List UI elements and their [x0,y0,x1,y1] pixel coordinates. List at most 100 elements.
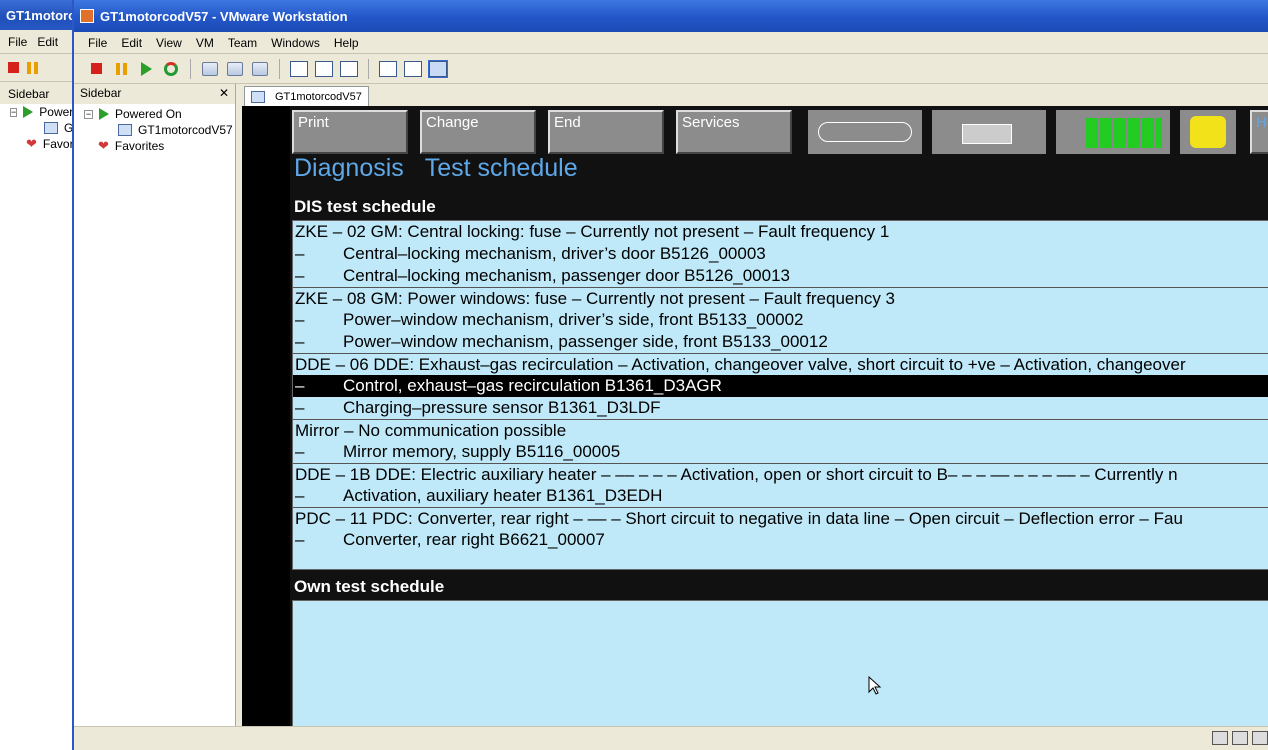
tree-item-favorites[interactable]: ❤ Favorites [74,138,235,154]
full-screen-icon [340,60,358,77]
status-lights-panel [1056,110,1170,154]
menu-help[interactable]: Help [334,36,359,50]
background-window-title: GT1motorc [6,7,76,23]
full-screen-button[interactable] [339,59,359,79]
sidebar-header: Sidebar ✕ [74,84,235,104]
reset-icon [164,61,178,76]
power-off-button[interactable] [86,59,106,79]
reset-button[interactable] [161,59,181,79]
measurement-cylinder-panel[interactable] [808,110,922,154]
power-on-button[interactable] [136,59,156,79]
tree-item-vm[interactable]: GT1motorcodV57 [74,122,235,138]
suspend-button[interactable] [111,59,131,79]
status-lights-icon [1086,118,1162,148]
window-title: GT1motorcodV57 - VMware Workstation [100,8,348,24]
test-plan-item[interactable]: – Activation, auxiliary heater B1361_D3ED… [293,485,1268,507]
collapse-icon[interactable]: − [10,107,18,117]
tree-label-vm: GT1motorcodV57 [138,123,233,137]
test-plan-item[interactable]: – Mirror memory, supply B5116_00005 [293,441,1268,463]
close-icon[interactable]: ✕ [219,84,229,104]
fault-entry[interactable]: Mirror – No communication possible [293,419,1268,441]
plug-panel[interactable] [1180,110,1236,154]
test-plan-item[interactable]: – Central–locking mechanism, driver’s doo… [293,243,1268,265]
line-text: DDE – 06 DDE: Exhaust–gas recirculation … [295,355,1186,374]
appliance-view-button[interactable] [403,59,423,79]
line-text: Charging–pressure sensor B1361_D3LDF [343,398,661,417]
end-button[interactable]: End [548,110,664,154]
stop-icon[interactable] [8,62,19,73]
change-button[interactable]: Change [420,110,536,154]
own-test-schedule-list[interactable] [292,600,1268,726]
menubar: File Edit View VM Team Windows Help [74,32,1268,54]
show-sidebar-button[interactable] [289,59,309,79]
services-button[interactable]: Services [676,110,792,154]
test-plan-item[interactable]: – Central–locking mechanism, passenger do… [293,265,1268,287]
menu-vm[interactable]: VM [196,36,214,50]
console-view-button[interactable] [428,59,448,79]
vmware-window: GT1motorcodV57 - VMware Workstation File… [72,0,1268,750]
connection-icon [962,124,1012,144]
test-plan-item[interactable]: – Charging–pressure sensor B1361_D3LDF [293,397,1268,419]
summary-icon [379,60,397,77]
dash-marker: – [295,398,305,417]
background-menu-edit[interactable]: Edit [37,35,58,49]
line-text: ZKE – 08 GM: Power windows: fuse – Curre… [295,289,896,308]
window-titlebar[interactable]: GT1motorcodV57 - VMware Workstation [74,0,1268,32]
sidebar-view-icon [290,60,308,77]
background-window-titlebar[interactable]: GT1motorc [0,0,79,30]
menu-view[interactable]: View [156,36,182,50]
line-text: ZKE – 02 GM: Central locking: fuse – Cur… [295,222,890,241]
test-plan-item[interactable]: – Power–window mechanism, driver’s side, … [293,309,1268,331]
dash-marker: – [295,442,305,461]
mouse-cursor-icon [868,676,882,695]
connection-panel[interactable] [932,110,1046,154]
fault-entry[interactable]: PDC – 11 PDC: Converter, rear right – ––… [293,507,1268,529]
menu-file[interactable]: File [88,36,107,50]
menu-team[interactable]: Team [228,36,257,50]
dash-marker: – [295,266,305,285]
network-icon[interactable] [1232,731,1248,745]
dash-marker: – [295,486,305,505]
snapshot-manager-button[interactable] [250,59,270,79]
fault-entry[interactable]: DDE – 1B DDE: Electric auxiliary heater … [293,463,1268,485]
own-section-title: Own test schedule [294,577,445,596]
line-text: Mirror – No communication possible [295,421,567,440]
background-toolbar [0,54,79,82]
console-icon [428,59,448,78]
fault-entry[interactable]: DDE – 06 DDE: Exhaust–gas recirculation … [293,353,1268,375]
test-plan-item[interactable]: – Converter, rear right B6621_00007 [293,529,1268,551]
print-button[interactable]: Print [292,110,408,154]
quick-switch-button[interactable] [314,59,334,79]
test-plan-item[interactable]: – Power–window mechanism, passenger side,… [293,331,1268,353]
fault-entry[interactable]: ZKE – 02 GM: Central locking: fuse – Cur… [293,221,1268,243]
line-text: Power–window mechanism, driver’s side, f… [343,310,804,329]
powered-on-icon [99,108,109,120]
line-text: Power–window mechanism, passenger side, … [343,332,828,351]
revert-snapshot-button[interactable] [225,59,245,79]
hard-disk-icon[interactable] [1212,731,1228,745]
background-tree-favorites[interactable]: ❤ Favorites [0,136,92,152]
snapshot-button[interactable] [200,59,220,79]
tree-item-powered-on[interactable]: − Powered On [74,106,235,122]
help-button[interactable]: He [1250,110,1268,154]
heading-test-schedule: Test schedule [424,154,578,182]
vm-tab[interactable]: GT1motorcodV57 [244,86,369,106]
sidebar-title: Sidebar [80,86,122,100]
summary-view-button[interactable] [378,59,398,79]
line-text: Central–locking mechanism, driver’s door… [343,244,766,263]
test-plan-item[interactable]: – Control, exhaust–gas recirculation B136… [293,375,1268,397]
usb-icon[interactable] [1252,731,1268,745]
pause-icon[interactable] [27,61,38,74]
dis-test-schedule-list[interactable]: ZKE – 02 GM: Central locking: fuse – Cur… [292,220,1268,570]
fault-entry[interactable]: ZKE – 08 GM: Power windows: fuse – Curre… [293,287,1268,309]
vmware-icon [80,9,94,23]
menu-windows[interactable]: Windows [271,36,320,50]
collapse-icon[interactable]: − [84,109,93,119]
vm-console[interactable]: Print Change End Services He Dia [242,106,1268,726]
background-menu-file[interactable]: File [8,35,27,49]
background-window: GT1motorc File Edit Sidebar − Powered On… [0,0,106,750]
vm-icon [118,124,132,136]
background-tree-powered-on[interactable]: − Powered On [0,104,106,120]
background-tree-vm[interactable]: G [0,120,80,136]
menu-edit[interactable]: Edit [121,36,142,50]
